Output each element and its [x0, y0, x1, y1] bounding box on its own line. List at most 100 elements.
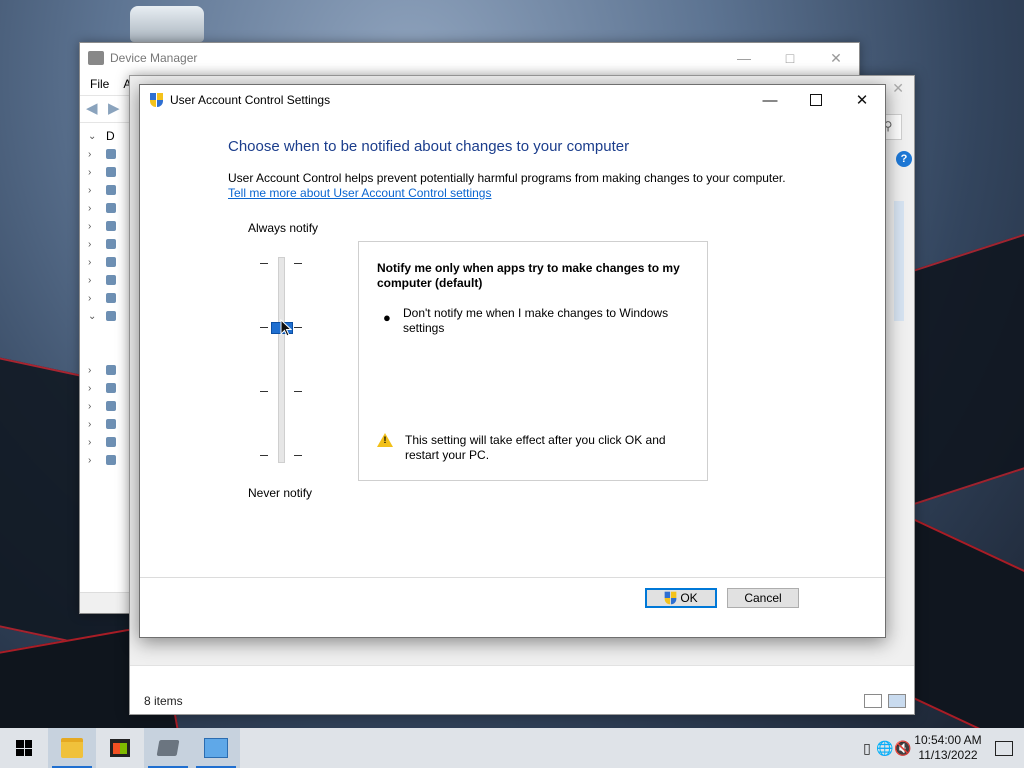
view-switcher: [864, 694, 906, 708]
details-view-icon[interactable]: [864, 694, 882, 708]
help-icon[interactable]: ?: [896, 151, 912, 167]
clock-time: 10:54:00 AM: [914, 733, 982, 747]
chevron-right-icon[interactable]: ›: [88, 257, 100, 268]
chevron-right-icon[interactable]: ›: [88, 221, 100, 232]
taskbar-store[interactable]: [96, 728, 144, 768]
warning-text: This setting will take effect after you …: [405, 433, 666, 462]
tree-item[interactable]: ›: [88, 271, 128, 289]
chevron-right-icon[interactable]: ›: [88, 383, 100, 394]
device-icon: [106, 401, 116, 411]
tree-item[interactable]: ›: [88, 379, 128, 397]
tree-root[interactable]: ⌄ D: [88, 127, 128, 145]
network-globe-icon[interactable]: 🌐: [876, 740, 894, 757]
chevron-right-icon[interactable]: ›: [88, 293, 100, 304]
chevron-right-icon[interactable]: ›: [88, 203, 100, 214]
taskbar-control-panel[interactable]: [192, 728, 240, 768]
dialog-title: User Account Control Settings: [170, 93, 331, 107]
close-icon[interactable]: ✕: [839, 85, 885, 115]
tree-root-label: D: [106, 129, 115, 143]
chevron-right-icon[interactable]: ›: [88, 401, 100, 412]
tree-item[interactable]: ›: [88, 415, 128, 433]
clock-date: 11/13/2022: [918, 748, 978, 762]
tree-item[interactable]: ›: [88, 433, 128, 451]
large-icons-view-icon[interactable]: [888, 694, 906, 708]
slider-tick: [294, 327, 302, 328]
device-icon: [106, 257, 116, 267]
volume-muted-icon[interactable]: 🔇: [894, 740, 912, 757]
never-notify-label: Never notify: [248, 486, 313, 500]
tree-item[interactable]: ›: [88, 361, 128, 379]
tree-item[interactable]: ›: [88, 253, 128, 271]
slider-tick: [294, 391, 302, 392]
close-icon[interactable]: ✕: [813, 43, 859, 73]
taskbar-device-manager[interactable]: [144, 728, 192, 768]
tree-item[interactable]: ›: [88, 199, 128, 217]
cancel-button[interactable]: Cancel: [727, 588, 799, 608]
learn-more-link[interactable]: Tell me more about User Account Control …: [228, 186, 491, 200]
device-icon: [106, 185, 116, 195]
tree-item[interactable]: ›: [88, 289, 128, 307]
back-arrow-icon[interactable]: ◀: [86, 101, 104, 117]
device-icon: [106, 149, 116, 159]
chevron-right-icon[interactable]: ›: [88, 365, 100, 376]
action-center-button[interactable]: [984, 740, 1024, 756]
chevron-right-icon[interactable]: ›: [88, 419, 100, 430]
usb-device-icon[interactable]: ▯: [858, 740, 876, 757]
notification-icon: [995, 740, 1013, 756]
tree-item[interactable]: ›: [88, 145, 128, 163]
forward-arrow-icon[interactable]: ▶: [108, 101, 126, 117]
minimize-icon[interactable]: —: [721, 43, 767, 73]
uac-titlebar[interactable]: User Account Control Settings — ✕: [140, 85, 885, 115]
device-icon: [106, 455, 116, 465]
device-tree: ⌄ D › › › › › › › › › ⌄ › › › › › ›: [88, 127, 128, 469]
start-button[interactable]: [0, 728, 48, 768]
close-icon[interactable]: ✕: [892, 80, 904, 97]
taskbar-file-explorer[interactable]: [48, 728, 96, 768]
mouse-cursor-icon: [280, 319, 292, 337]
device-icon: [106, 167, 116, 177]
device-icon: [106, 275, 116, 285]
slider-track[interactable]: [278, 257, 285, 463]
tree-item[interactable]: ›: [88, 217, 128, 235]
device-icon: [106, 221, 116, 231]
slider-tick: [294, 263, 302, 264]
bullet-icon: ●: [383, 310, 391, 325]
recycle-bin-icon[interactable]: [130, 6, 204, 42]
minimize-icon[interactable]: —: [747, 85, 793, 115]
tree-item[interactable]: ›: [88, 163, 128, 181]
device-manager-title: Device Manager: [110, 51, 198, 65]
uac-shield-icon: [664, 591, 677, 605]
notification-level-slider[interactable]: [258, 255, 306, 465]
slider-tick: [260, 455, 268, 456]
chevron-down-icon[interactable]: ⌄: [88, 311, 100, 322]
tree-item[interactable]: ›: [88, 397, 128, 415]
chevron-right-icon[interactable]: ›: [88, 437, 100, 448]
maximize-icon[interactable]: □: [767, 43, 813, 73]
chevron-right-icon[interactable]: ›: [88, 239, 100, 250]
chevron-right-icon[interactable]: ›: [88, 149, 100, 160]
chevron-down-icon[interactable]: ⌄: [88, 131, 100, 142]
chevron-right-icon[interactable]: ›: [88, 167, 100, 178]
tree-item[interactable]: ›: [88, 451, 128, 469]
tree-item[interactable]: ›: [88, 181, 128, 199]
clock[interactable]: 10:54:00 AM 11/13/2022: [912, 733, 984, 763]
ok-button[interactable]: OK: [645, 588, 717, 608]
chevron-right-icon[interactable]: ›: [88, 455, 100, 466]
store-icon: [110, 739, 130, 757]
control-panel-icon: [204, 738, 228, 758]
menu-file[interactable]: File: [90, 77, 109, 91]
chevron-right-icon[interactable]: ›: [88, 185, 100, 196]
setting-heading: Notify me only when apps try to make cha…: [377, 261, 680, 290]
scrollbar[interactable]: [894, 201, 904, 321]
tree-item[interactable]: ⌄: [88, 307, 128, 325]
device-manager-titlebar[interactable]: Device Manager — □ ✕: [80, 43, 859, 73]
maximize-icon[interactable]: [793, 85, 839, 115]
always-notify-label: Always notify: [248, 221, 319, 235]
tree-item[interactable]: ›: [88, 235, 128, 253]
file-explorer-icon: [61, 738, 83, 758]
device-icon: [106, 311, 116, 321]
taskbar: ▯ 🌐 🔇 10:54:00 AM 11/13/2022: [0, 728, 1024, 768]
chevron-right-icon[interactable]: ›: [88, 275, 100, 286]
